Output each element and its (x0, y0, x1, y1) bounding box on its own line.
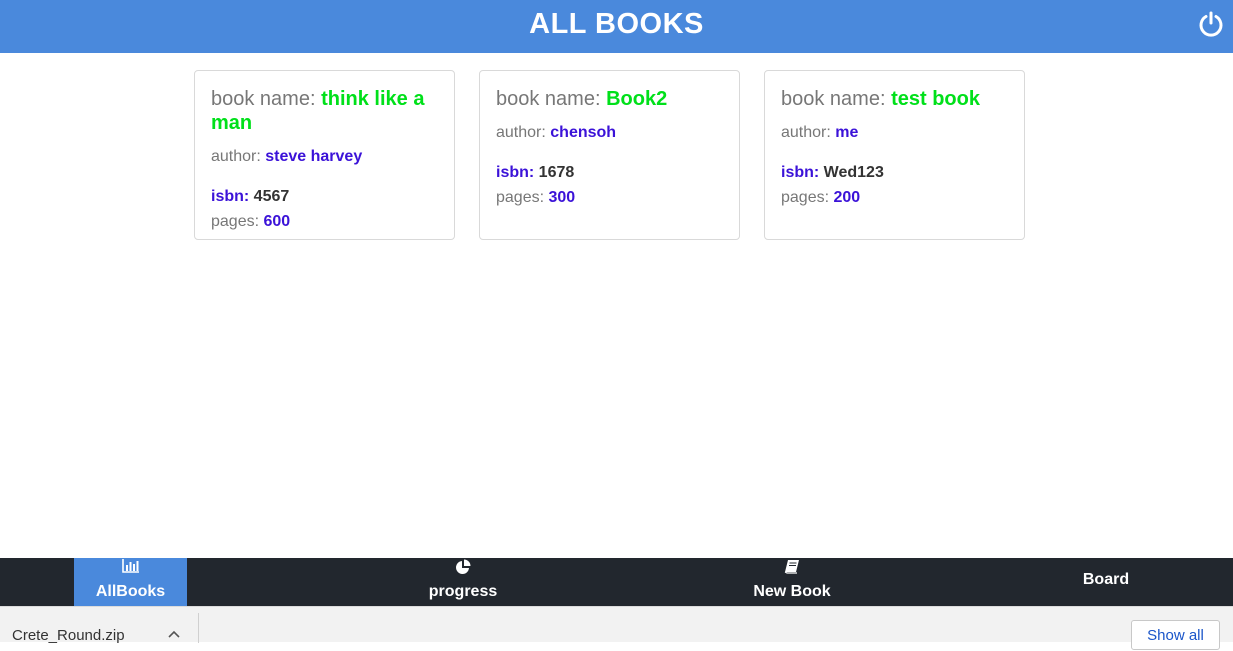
nav-label: AllBooks (95, 583, 166, 600)
book-isbn: isbn: Wed123 (781, 164, 884, 181)
bar-chart-icon (121, 559, 139, 573)
download-filename[interactable]: Crete_Round.zip (12, 627, 125, 644)
app-header: ALL BOOKS (0, 0, 1233, 53)
book-author: author: me (781, 124, 859, 141)
nav-label: Board (1082, 571, 1130, 588)
book-name: book name: think like a man (211, 88, 425, 134)
pie-chart-icon (456, 559, 471, 574)
book-pages: pages: 200 (781, 189, 861, 206)
divider (198, 613, 199, 643)
book-card[interactable]: book name: Book2 author: chensoh isbn: 1… (479, 70, 740, 240)
book-pages: pages: 600 (211, 213, 291, 230)
book-isbn: isbn: 1678 (496, 164, 575, 181)
chevron-up-icon[interactable] (167, 629, 181, 639)
nav-label: progress (428, 583, 498, 600)
power-icon[interactable] (1197, 10, 1225, 38)
book-pages: pages: 300 (496, 189, 576, 206)
bottom-nav: AllBooks progress New Book Board (0, 558, 1233, 606)
book-card[interactable]: book name: think like a man author: stev… (194, 70, 455, 240)
book-name: book name: test book (781, 88, 980, 110)
nav-item-board[interactable]: Board (1056, 558, 1156, 606)
book-author: author: steve harvey (211, 148, 363, 165)
nav-item-progress[interactable]: progress (408, 558, 518, 606)
nav-item-allbooks[interactable]: AllBooks (74, 558, 187, 606)
book-author: author: chensoh (496, 124, 617, 141)
page-title: ALL BOOKS (529, 8, 704, 40)
nav-label: New Book (753, 583, 831, 600)
download-bar: Crete_Round.zip Show all (0, 606, 1233, 650)
book-name: book name: Book2 (496, 88, 668, 110)
nav-item-new-book[interactable]: New Book (737, 558, 847, 606)
book-card[interactable]: book name: test book author: me isbn: We… (764, 70, 1025, 240)
show-all-button[interactable]: Show all (1131, 620, 1220, 650)
book-isbn: isbn: 4567 (211, 188, 290, 205)
book-icon (784, 560, 799, 574)
